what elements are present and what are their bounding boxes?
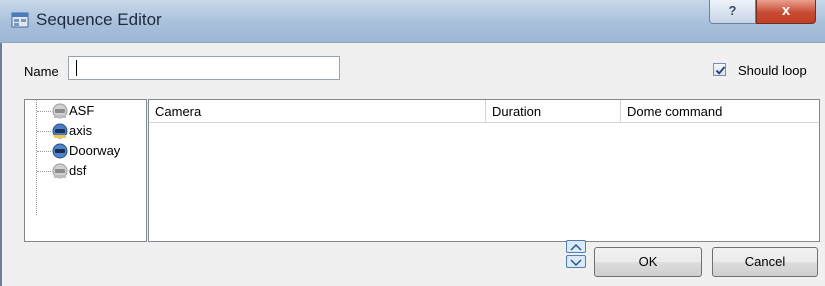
camera-tree[interactable]: ASF axis Doorway dsf — [24, 99, 147, 242]
checkmark-icon — [715, 66, 726, 75]
camera-offline-icon — [52, 163, 68, 179]
tree-connector — [37, 111, 51, 112]
tree-item-doorway[interactable]: Doorway — [25, 141, 145, 161]
tree-item-label: Doorway — [69, 143, 121, 158]
tree-item-label: axis — [69, 123, 93, 138]
tree-item-dsf[interactable]: dsf — [25, 161, 145, 181]
tree-connector — [37, 171, 51, 172]
camera-online-icon — [52, 143, 68, 159]
move-up-button[interactable] — [566, 240, 586, 253]
title-bar: Sequence Editor ? x — [0, 0, 825, 43]
text-caret — [76, 60, 77, 76]
tree-connector — [37, 151, 51, 152]
help-button[interactable]: ? — [709, 0, 756, 24]
tree-item-asf[interactable]: ASF — [25, 101, 145, 121]
column-header-camera[interactable]: Camera — [149, 100, 486, 123]
chevron-down-icon — [570, 259, 582, 266]
name-input[interactable] — [68, 56, 340, 80]
tree-item-axis[interactable]: axis — [25, 121, 145, 141]
tree-connector — [37, 131, 51, 132]
should-loop-checkbox[interactable] — [713, 63, 726, 76]
window-title: Sequence Editor — [36, 10, 162, 29]
close-button[interactable]: x — [756, 0, 816, 24]
chevron-up-icon — [570, 244, 582, 251]
sequence-editor-app-icon — [11, 12, 29, 28]
column-header-dome-command[interactable]: Dome command — [621, 100, 819, 123]
camera-selected-icon — [52, 123, 68, 139]
cancel-button[interactable]: Cancel — [712, 247, 818, 277]
move-down-button[interactable] — [566, 255, 586, 268]
should-loop-label: Should loop — [738, 63, 807, 78]
column-header-duration[interactable]: Duration — [486, 100, 621, 123]
ok-button[interactable]: OK — [594, 247, 702, 277]
name-label: Name — [24, 64, 59, 79]
tree-item-label: ASF — [69, 103, 95, 118]
tree-item-label: dsf — [69, 163, 87, 178]
sequence-list[interactable]: Camera Duration Dome command — [148, 99, 820, 242]
camera-offline-icon — [52, 103, 68, 119]
